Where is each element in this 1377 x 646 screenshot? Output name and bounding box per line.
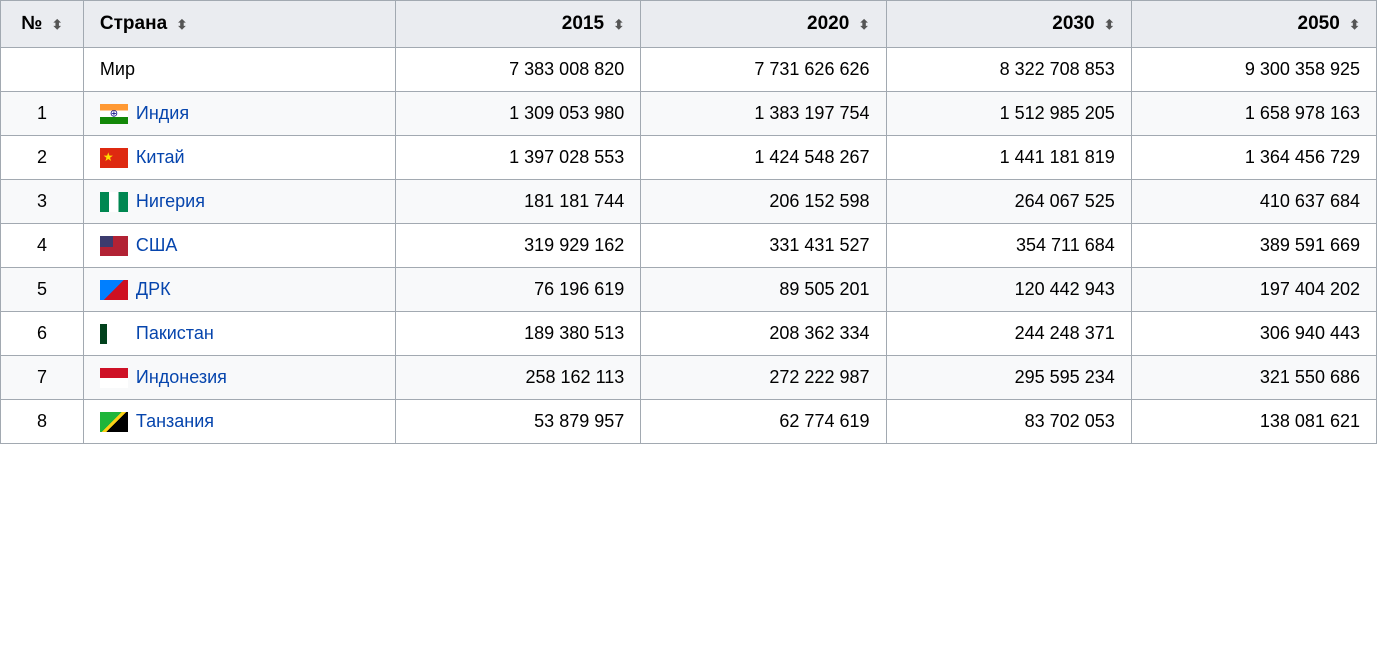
- row-2050: 1 658 978 163: [1131, 92, 1376, 136]
- row-2050: 389 591 669: [1131, 224, 1376, 268]
- row-2015: 319 929 162: [396, 224, 641, 268]
- row-2030: 1 441 181 819: [886, 136, 1131, 180]
- row-2020: 331 431 527: [641, 224, 886, 268]
- row-country: Индонезия: [83, 356, 395, 400]
- world-num: [1, 48, 84, 92]
- table-row: 3 Нигерия 181 181 744 206 152 598 264 06…: [1, 180, 1377, 224]
- row-2030: 120 442 943: [886, 268, 1131, 312]
- sort-icon-2050: ⬍: [1349, 17, 1360, 33]
- country-link[interactable]: Индия: [136, 103, 189, 124]
- world-2015: 7 383 008 820: [396, 48, 641, 92]
- row-country: Китай: [83, 136, 395, 180]
- row-2050: 321 550 686: [1131, 356, 1376, 400]
- world-2030: 8 322 708 853: [886, 48, 1131, 92]
- table-row-world: Мир 7 383 008 820 7 731 626 626 8 322 70…: [1, 48, 1377, 92]
- row-2030: 244 248 371: [886, 312, 1131, 356]
- row-2020: 1 383 197 754: [641, 92, 886, 136]
- world-2020: 7 731 626 626: [641, 48, 886, 92]
- table-row: 8 Танзания 53 879 957 62 774 619 83 702 …: [1, 400, 1377, 444]
- row-country: США: [83, 224, 395, 268]
- table-row: 1 Индия 1 309 053 980 1 383 197 754 1 51…: [1, 92, 1377, 136]
- header-2050[interactable]: 2050 ⬍: [1131, 1, 1376, 48]
- row-2020: 1 424 548 267: [641, 136, 886, 180]
- row-2015: 1 309 053 980: [396, 92, 641, 136]
- row-2030: 354 711 684: [886, 224, 1131, 268]
- row-2015: 189 380 513: [396, 312, 641, 356]
- header-2030[interactable]: 2030 ⬍: [886, 1, 1131, 48]
- population-table-wrapper: № ⬍ Страна ⬍ 2015 ⬍ 2020 ⬍ 2030 ⬍: [0, 0, 1377, 444]
- country-link[interactable]: ДРК: [136, 279, 171, 300]
- row-2020: 208 362 334: [641, 312, 886, 356]
- row-num: 6: [1, 312, 84, 356]
- country-link[interactable]: США: [136, 235, 178, 256]
- row-2015: 76 196 619: [396, 268, 641, 312]
- sort-icon-num: ⬍: [52, 17, 63, 33]
- table-row: 6 Пакистан 189 380 513 208 362 334 244 2…: [1, 312, 1377, 356]
- row-num: 5: [1, 268, 84, 312]
- header-num[interactable]: № ⬍: [1, 1, 84, 48]
- row-num: 4: [1, 224, 84, 268]
- flag-индонезия: [100, 368, 128, 388]
- country-link[interactable]: Нигерия: [136, 191, 205, 212]
- country-link[interactable]: Индонезия: [136, 367, 227, 388]
- table-row: 7 Индонезия 258 162 113 272 222 987 295 …: [1, 356, 1377, 400]
- row-2050: 1 364 456 729: [1131, 136, 1376, 180]
- row-2050: 138 081 621: [1131, 400, 1376, 444]
- row-2030: 83 702 053: [886, 400, 1131, 444]
- row-2020: 62 774 619: [641, 400, 886, 444]
- row-country: Индия: [83, 92, 395, 136]
- table-row: 5 ДРК 76 196 619 89 505 201 120 442 943 …: [1, 268, 1377, 312]
- row-2020: 206 152 598: [641, 180, 886, 224]
- row-2030: 1 512 985 205: [886, 92, 1131, 136]
- row-2020: 89 505 201: [641, 268, 886, 312]
- country-link[interactable]: Танзания: [136, 411, 214, 432]
- world-2050: 9 300 358 925: [1131, 48, 1376, 92]
- row-country: Нигерия: [83, 180, 395, 224]
- flag-танзания: [100, 412, 128, 432]
- sort-icon-2020: ⬍: [859, 17, 870, 33]
- row-country: Танзания: [83, 400, 395, 444]
- row-num: 2: [1, 136, 84, 180]
- row-2015: 181 181 744: [396, 180, 641, 224]
- row-2030: 295 595 234: [886, 356, 1131, 400]
- population-table: № ⬍ Страна ⬍ 2015 ⬍ 2020 ⬍ 2030 ⬍: [0, 0, 1377, 444]
- flag-пакистан: [100, 324, 128, 344]
- header-2015[interactable]: 2015 ⬍: [396, 1, 641, 48]
- row-2030: 264 067 525: [886, 180, 1131, 224]
- world-country: Мир: [83, 48, 395, 92]
- row-2050: 197 404 202: [1131, 268, 1376, 312]
- flag-нигерия: [100, 192, 128, 212]
- flag-сша: [100, 236, 128, 256]
- sort-icon-country: ⬍: [176, 17, 187, 33]
- row-2015: 53 879 957: [396, 400, 641, 444]
- row-num: 7: [1, 356, 84, 400]
- table-row: 4 США 319 929 162 331 431 527 354 711 68…: [1, 224, 1377, 268]
- row-2050: 306 940 443: [1131, 312, 1376, 356]
- row-num: 1: [1, 92, 84, 136]
- row-num: 3: [1, 180, 84, 224]
- flag-индия: [100, 104, 128, 124]
- table-row: 2 Китай 1 397 028 553 1 424 548 267 1 44…: [1, 136, 1377, 180]
- sort-icon-2030: ⬍: [1104, 17, 1115, 33]
- row-2015: 258 162 113: [396, 356, 641, 400]
- table-header-row: № ⬍ Страна ⬍ 2015 ⬍ 2020 ⬍ 2030 ⬍: [1, 1, 1377, 48]
- row-2015: 1 397 028 553: [396, 136, 641, 180]
- sort-icon-2015: ⬍: [613, 17, 624, 33]
- country-link[interactable]: Китай: [136, 147, 185, 168]
- row-country: ДРК: [83, 268, 395, 312]
- header-2020[interactable]: 2020 ⬍: [641, 1, 886, 48]
- row-2050: 410 637 684: [1131, 180, 1376, 224]
- row-2020: 272 222 987: [641, 356, 886, 400]
- flag-дрк: [100, 280, 128, 300]
- row-country: Пакистан: [83, 312, 395, 356]
- header-country[interactable]: Страна ⬍: [83, 1, 395, 48]
- flag-китай: [100, 148, 128, 168]
- row-num: 8: [1, 400, 84, 444]
- country-link[interactable]: Пакистан: [136, 323, 214, 344]
